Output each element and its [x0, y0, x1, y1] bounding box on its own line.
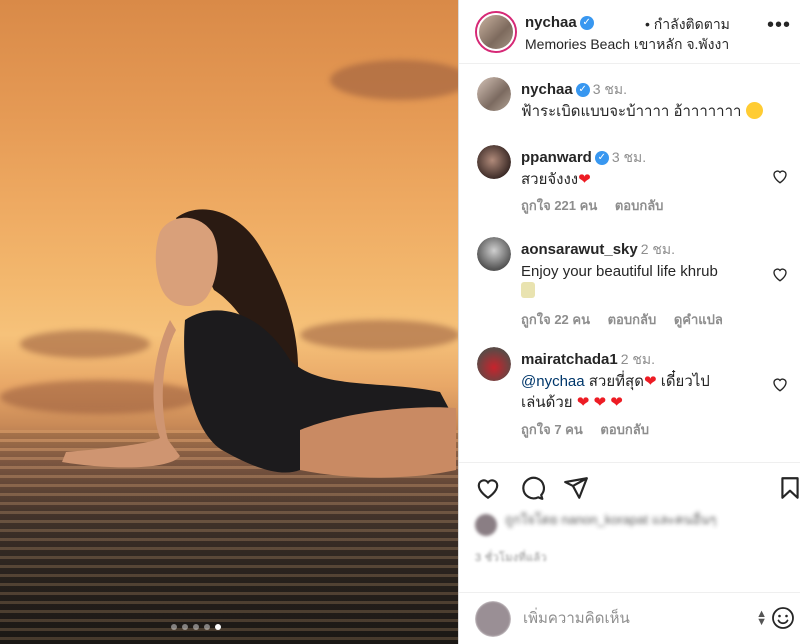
comment-avatar[interactable] — [477, 145, 511, 179]
red-heart-emoji-icon: ❤ — [593, 394, 607, 411]
comment-text: @nychaa สวยที่สุด❤ เดี๋ยวไป เล่นด้วย ❤ ❤… — [521, 373, 710, 411]
caption-text: ฟ้าระเบิดแบบจะบ้าาาา อ้าาาาาาา — [521, 101, 771, 122]
comments-list[interactable]: nychaa ✓ 3 ชม. ฟ้าระเบิดแบบจะบ้าาาา อ้าาาา… — [459, 65, 800, 460]
comment-likes[interactable]: ถูกใจ 22 คน — [521, 312, 590, 327]
reply-button[interactable]: ตอบกลับ — [608, 312, 657, 327]
carousel-dot[interactable] — [182, 624, 188, 630]
comment-username[interactable]: ppanward ✓ 3 ชม. — [521, 147, 646, 169]
comment-username[interactable]: mairatchada1 2 ชม. — [521, 349, 655, 371]
translate-button[interactable]: ดูคำแปล — [674, 312, 723, 327]
author-avatar[interactable] — [475, 11, 517, 53]
comment-time: 2 ชม. — [620, 351, 656, 367]
comment-username[interactable]: aonsarawut_sky 2 ชม. — [521, 239, 675, 261]
photo-person-silhouette — [62, 209, 456, 478]
carousel-dot[interactable] — [171, 624, 177, 630]
red-heart-emoji-icon: ❤ — [643, 373, 657, 390]
post-header: nychaa ✓ • กำลังติดตาม Memories Beach เขา… — [459, 0, 800, 64]
heart-icon[interactable] — [771, 375, 789, 393]
reply-button[interactable]: ตอบกลับ — [600, 422, 649, 437]
heart-icon[interactable] — [771, 265, 789, 283]
comment-text: สวยจังงง❤ — [521, 171, 591, 188]
comment-meta: ถูกใจ 7 คน ตอบกลับ — [521, 419, 663, 440]
resize-handle-icon[interactable]: ▲ ▼ — [756, 609, 767, 628]
author-username[interactable]: nychaa ✓ — [525, 14, 594, 31]
heart-icon[interactable] — [475, 475, 501, 501]
carousel-dot[interactable] — [193, 624, 199, 630]
liked-by-avatars — [475, 514, 497, 536]
share-icon[interactable] — [563, 475, 589, 501]
comment-time: 3 ชม. — [611, 149, 647, 165]
comment-avatar[interactable] — [477, 237, 511, 271]
baby-bottle-emoji-icon — [521, 282, 535, 298]
post-side-panel: nychaa ✓ • กำลังติดตาม Memories Beach เขา… — [458, 0, 800, 644]
caption: nychaa ✓ 3 ชม. ฟ้าระเบิดแบบจะบ้าาาา อ้าาาา… — [459, 75, 800, 135]
comment-text: Enjoy your beautiful life khrub — [521, 261, 771, 304]
follow-status[interactable]: • กำลังติดตาม — [645, 14, 730, 36]
current-user-avatar — [475, 601, 511, 637]
caption-time: 3 ชม. — [592, 81, 627, 97]
post-photo[interactable] — [0, 0, 458, 644]
comment-meta: ถูกใจ 22 คน ตอบกลับ ดูคำแปล — [521, 309, 737, 330]
action-bar — [459, 462, 800, 510]
bookmark-icon[interactable] — [777, 475, 800, 501]
comment-likes[interactable]: ถูกใจ 7 คน — [521, 422, 583, 437]
carousel-indicator — [171, 624, 221, 630]
mention-link[interactable]: @nychaa — [521, 373, 585, 390]
comment-input[interactable] — [523, 607, 743, 629]
liked-by[interactable]: ถูกใจโดย nanon_korapat และคนอื่นๆ — [475, 512, 775, 542]
red-heart-emoji-icon: ❤ — [578, 171, 591, 188]
post-location[interactable]: Memories Beach เขาหลัก จ.พังงา — [525, 34, 729, 56]
comment-time: 2 ชม. — [640, 241, 676, 257]
comment-item: ppanward ✓ 3 ชม. สวยจังงง❤ ถูกใจ 221 คน ตอ… — [459, 143, 800, 223]
caption-avatar[interactable] — [477, 77, 511, 111]
comment-avatar[interactable] — [477, 347, 511, 381]
comment-icon[interactable] — [519, 475, 545, 501]
more-icon[interactable]: ••• — [767, 14, 791, 37]
emoji-icon[interactable] — [771, 606, 795, 630]
verified-badge-icon: ✓ — [594, 151, 609, 166]
grinning-face-emoji-icon — [745, 102, 763, 119]
carousel-dot-active[interactable] — [215, 624, 221, 630]
verified-badge-icon: ✓ — [579, 16, 594, 31]
heart-icon[interactable] — [771, 167, 789, 185]
comment-likes[interactable]: ถูกใจ 221 คน — [521, 198, 597, 213]
comment-meta: ถูกใจ 221 คน ตอบกลับ — [521, 195, 677, 216]
comment-item: mairatchada1 2 ชม. @nychaa สวยที่สุด❤ เดี… — [459, 345, 800, 445]
caption-username[interactable]: nychaa ✓ 3 ชม. — [521, 79, 627, 101]
carousel-dot[interactable] — [204, 624, 210, 630]
red-heart-emoji-icon: ❤ — [610, 394, 623, 411]
comment-item: aonsarawut_sky 2 ชม. Enjoy your beautiful… — [459, 235, 800, 335]
add-comment-bar: ▲▼ — [459, 592, 800, 644]
verified-badge-icon: ✓ — [575, 83, 590, 98]
post-time: 3 ชั่วโมงที่แล้ว — [475, 552, 547, 564]
red-heart-emoji-icon: ❤ — [576, 394, 590, 411]
reply-button[interactable]: ตอบกลับ — [615, 198, 664, 213]
